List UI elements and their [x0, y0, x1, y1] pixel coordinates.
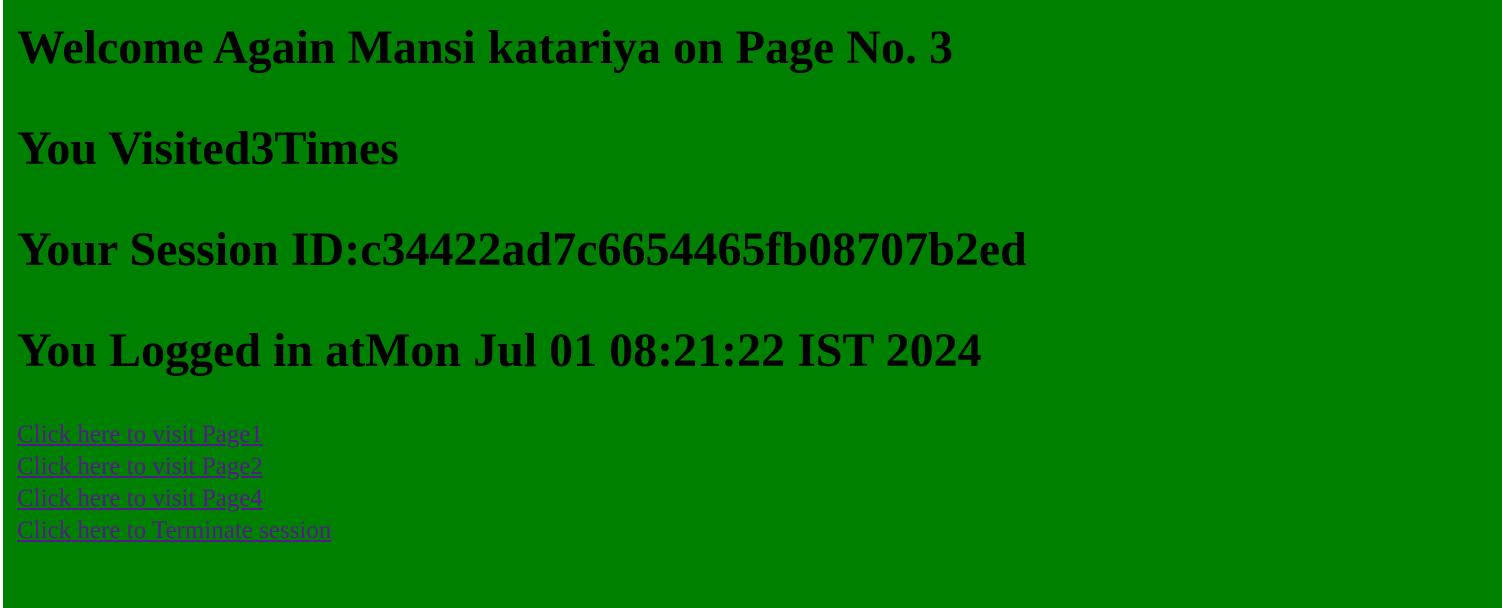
visit-page2-link[interactable]: Click here to visit Page2 — [17, 451, 263, 483]
navigation-links: Click here to visit Page1 Click here to … — [17, 419, 1502, 547]
visit-page4-link[interactable]: Click here to visit Page4 — [17, 483, 263, 515]
visit-count-heading: You Visited3Times — [17, 122, 399, 175]
session-id-heading: Your Session ID:c34422ad7c6654465fb08707… — [17, 223, 1027, 276]
visit-page1-link[interactable]: Click here to visit Page1 — [17, 419, 263, 451]
terminate-session-link[interactable]: Click here to Terminate session — [17, 515, 331, 547]
page-body: Welcome Again Mansi katariya on Page No.… — [3, 0, 1502, 608]
login-time-heading: You Logged in atMon Jul 01 08:21:22 IST … — [17, 324, 982, 377]
welcome-heading: Welcome Again Mansi katariya on Page No.… — [17, 21, 953, 74]
